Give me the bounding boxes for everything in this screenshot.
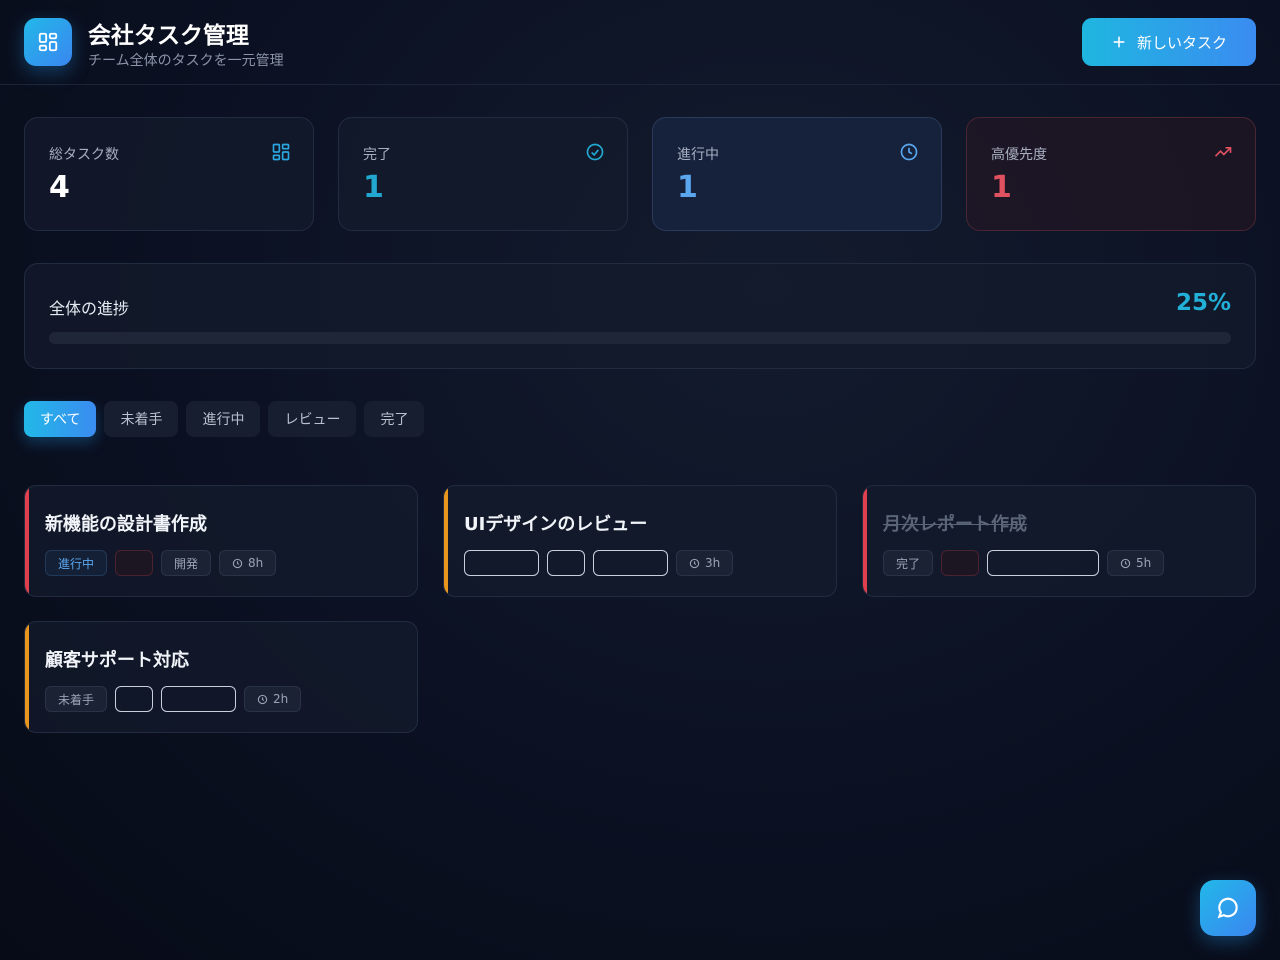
- clock-icon: [689, 558, 700, 568]
- priority-accent: [444, 486, 448, 596]
- filter-tab-done[interactable]: 完了: [364, 401, 425, 437]
- grid-icon: [272, 143, 290, 161]
- filter-tab-all[interactable]: すべて: [24, 401, 97, 437]
- stat-label: 完了: [363, 147, 391, 163]
- priority-accent: [25, 622, 29, 732]
- task-title: 新機能の設計書作成: [45, 514, 207, 535]
- status-badge: 完了: [883, 550, 934, 576]
- progress-label: 全体の進捗: [49, 299, 130, 318]
- clock-icon: [1120, 558, 1131, 568]
- chat-button[interactable]: [1200, 880, 1256, 936]
- category-badge: [987, 550, 1100, 576]
- task-card[interactable]: 月次レポート作成 完了 5h: [862, 485, 1256, 597]
- hours-value: 2h: [273, 692, 289, 706]
- stat-card-high-priority: 高優先度 1: [966, 117, 1256, 231]
- task-card[interactable]: UIデザインのレビュー 3h: [443, 485, 837, 597]
- app-subtitle: チーム全体のタスクを一元管理: [88, 53, 284, 69]
- new-task-button[interactable]: 新しいタスク: [1082, 18, 1256, 66]
- hours-badge: 2h: [244, 686, 302, 712]
- priority-accent: [863, 486, 867, 596]
- new-task-label: 新しいタスク: [1136, 33, 1227, 52]
- priority-accent: [25, 486, 29, 596]
- stat-card-done: 完了 1: [338, 117, 628, 231]
- task-tags: 完了 5h: [883, 550, 1165, 576]
- stat-label: 総タスク数: [49, 147, 119, 163]
- priority-badge: [115, 550, 154, 576]
- progress-value: 25%: [1175, 290, 1231, 316]
- task-card[interactable]: 顧客サポート対応 未着手 2h: [24, 621, 418, 733]
- category-badge: [161, 686, 237, 712]
- stat-value: 1: [991, 170, 1012, 205]
- clock-icon: [257, 694, 268, 704]
- task-tags: 進行中 開発 8h: [45, 550, 277, 576]
- progress-bar: [49, 332, 1231, 344]
- grid-icon: [24, 18, 72, 66]
- clock-icon: [232, 558, 243, 568]
- trending-up-icon: [1214, 147, 1232, 157]
- plus-icon: [1113, 36, 1125, 48]
- task-card[interactable]: 新機能の設計書作成 進行中 開発 8h: [24, 485, 418, 597]
- task-tags: 3h: [464, 550, 734, 576]
- stat-label: 進行中: [677, 147, 719, 163]
- filter-tabs: すべて 未着手 進行中 レビュー 完了: [24, 401, 425, 437]
- status-badge: 未着手: [45, 686, 108, 712]
- app-header: 会社タスク管理 チーム全体のタスクを一元管理 新しいタスク: [0, 0, 1280, 85]
- category-badge: [593, 550, 668, 576]
- hours-badge: 8h: [219, 550, 277, 576]
- hours-value: 8h: [248, 556, 264, 570]
- category-badge: 開発: [161, 550, 212, 576]
- stat-label: 高優先度: [991, 147, 1047, 163]
- priority-badge: [547, 550, 585, 576]
- stat-value: 4: [49, 170, 70, 205]
- hours-badge: 5h: [1107, 550, 1165, 576]
- status-badge: 進行中: [45, 550, 108, 576]
- app-title: 会社タスク管理: [88, 23, 249, 49]
- stat-value: 1: [363, 170, 384, 205]
- hours-value: 3h: [705, 556, 721, 570]
- priority-badge: [115, 686, 154, 712]
- task-title: 顧客サポート対応: [45, 650, 189, 671]
- progress-fill: [49, 332, 345, 344]
- priority-badge: [941, 550, 980, 576]
- task-title: 月次レポート作成: [883, 514, 1027, 535]
- stat-value: 1: [677, 170, 698, 205]
- stat-card-in-progress: 進行中 1: [652, 117, 942, 231]
- clock-icon: [900, 143, 918, 161]
- filter-tab-in-progress[interactable]: 進行中: [186, 401, 261, 437]
- filter-tab-not-started[interactable]: 未着手: [104, 401, 179, 437]
- filter-tab-review[interactable]: レビュー: [268, 401, 357, 437]
- hours-badge: 3h: [676, 550, 734, 576]
- status-badge: [464, 550, 539, 576]
- chat-bubble-icon: [1217, 897, 1238, 919]
- task-title: UIデザインのレビュー: [464, 514, 648, 535]
- hours-value: 5h: [1136, 556, 1152, 570]
- overall-progress-card: 全体の進捗 25%: [24, 263, 1256, 369]
- stat-card-total: 総タスク数 4: [24, 117, 314, 231]
- check-circle-icon: [586, 143, 604, 161]
- task-tags: 未着手 2h: [45, 686, 302, 712]
